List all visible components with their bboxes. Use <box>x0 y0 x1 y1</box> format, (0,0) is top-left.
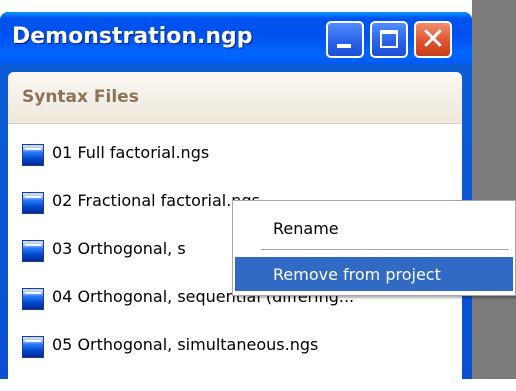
menu-item-label: Rename <box>273 219 339 238</box>
file-label: 01 Full factorial.ngs <box>52 143 210 162</box>
file-label: 03 Orthogonal, s <box>52 239 186 258</box>
maximize-icon <box>380 30 398 48</box>
panel-header[interactable]: Syntax Files <box>8 72 462 124</box>
menu-separator <box>261 249 509 250</box>
file-item-01[interactable]: 01 Full factorial.ngs <box>8 130 462 178</box>
syntax-file-icon <box>22 336 44 358</box>
minimize-button[interactable] <box>326 21 364 58</box>
file-label: 05 Orthogonal, simultaneous.ngs <box>52 335 319 354</box>
desktop-background <box>472 0 516 379</box>
syntax-file-icon <box>22 288 44 310</box>
file-item-05[interactable]: 05 Orthogonal, simultaneous.ngs <box>8 322 462 370</box>
menu-item-remove-from-project[interactable]: Remove from project <box>235 257 513 291</box>
project-window: Demonstration.ngp ✕ Syntax Files 01 Full… <box>0 12 472 391</box>
menu-item-label: Remove from project <box>273 265 441 284</box>
context-menu: Rename Remove from project <box>232 200 516 296</box>
panel-title: Syntax Files <box>22 87 139 107</box>
file-label: 02 Fractional factorial.ngs <box>52 191 260 210</box>
syntax-file-icon <box>22 192 44 214</box>
window-title: Demonstration.ngp <box>12 24 253 49</box>
maximize-button[interactable] <box>370 21 408 58</box>
minimize-icon <box>337 44 351 48</box>
close-button[interactable]: ✕ <box>414 21 452 58</box>
title-bar[interactable]: Demonstration.ngp ✕ <box>0 12 472 64</box>
syntax-file-icon <box>22 144 44 166</box>
close-icon: ✕ <box>420 22 446 57</box>
syntax-file-icon <box>22 240 44 262</box>
menu-item-rename[interactable]: Rename <box>235 211 513 245</box>
